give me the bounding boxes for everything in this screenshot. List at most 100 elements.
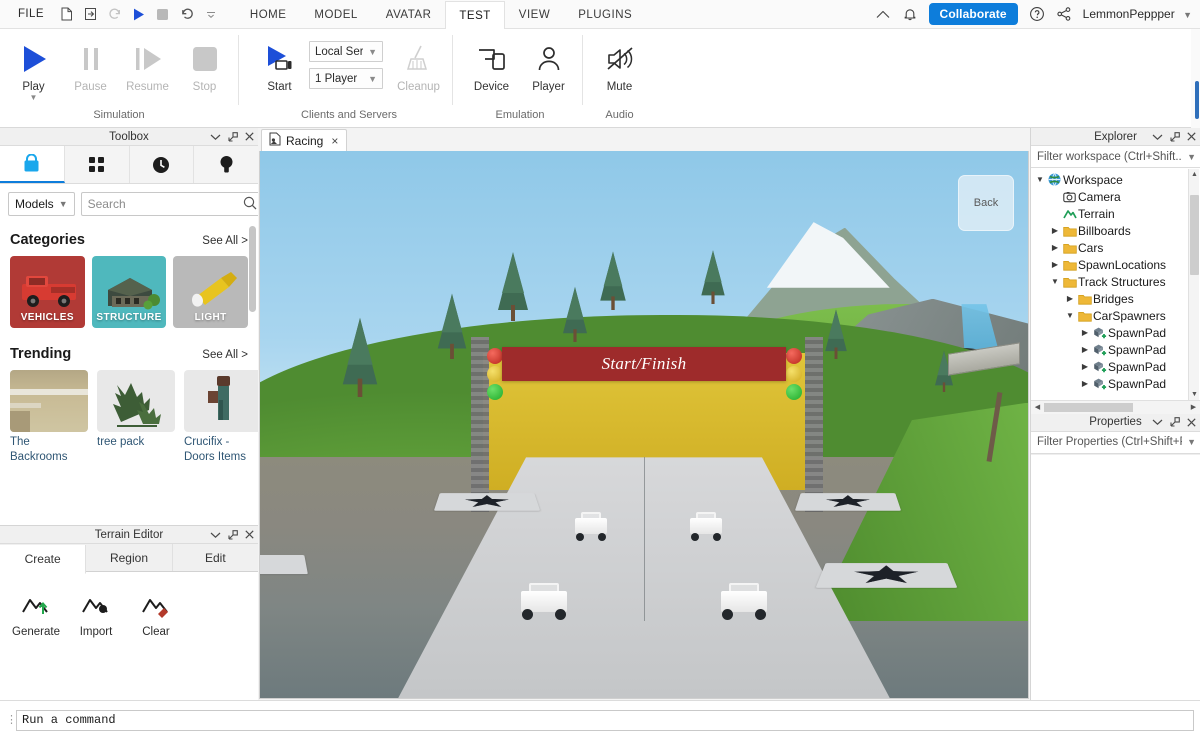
close-icon[interactable] — [245, 530, 254, 539]
cloud-icon[interactable] — [871, 2, 895, 26]
chevron-right-icon[interactable]: ▶ — [1049, 243, 1061, 252]
scroll-thumb[interactable] — [1190, 195, 1199, 275]
tab-recent[interactable] — [130, 146, 195, 183]
category-card[interactable]: VEHICLES — [10, 256, 85, 328]
category-card[interactable]: LIGHT — [173, 256, 249, 328]
chevron-right-icon[interactable]: ▶ — [1079, 328, 1091, 337]
stop-icon[interactable] — [152, 3, 174, 25]
chevron-down-icon[interactable] — [200, 3, 222, 25]
tab-model[interactable]: MODEL — [300, 0, 371, 29]
tab-inventory[interactable] — [0, 146, 65, 183]
explorer-filter-bar[interactable]: ▼ — [1031, 146, 1200, 168]
play-button[interactable]: Play ▼ — [6, 35, 61, 104]
search-input[interactable] — [87, 197, 243, 211]
tab-racing-place[interactable]: Racing × — [261, 129, 348, 151]
close-icon[interactable] — [1187, 132, 1196, 141]
3d-viewport[interactable]: Start/Finish Back — [259, 151, 1029, 699]
terrain-generate-button[interactable]: Generate — [8, 588, 64, 642]
explorer-filter-input[interactable] — [1037, 150, 1183, 163]
play-icon[interactable] — [128, 3, 150, 25]
chevron-right-icon[interactable]: ▶ — [1064, 294, 1076, 303]
tab-home[interactable]: HOME — [236, 0, 301, 29]
properties-filter-bar[interactable]: ▼ — [1031, 431, 1200, 454]
mute-button[interactable]: Mute — [592, 35, 647, 95]
scroll-down-arrow[interactable]: ▼ — [1189, 389, 1200, 400]
explorer-node-billboards[interactable]: ▶ Billboards — [1031, 222, 1200, 239]
undo-icon[interactable] — [176, 3, 198, 25]
close-icon[interactable]: × — [331, 134, 338, 148]
share-icon[interactable] — [1052, 2, 1076, 26]
explorer-node-spawnpad[interactable]: ▶ SpawnPad — [1031, 324, 1200, 341]
toolbox-scrollbar[interactable] — [249, 226, 256, 312]
spawn-pad-plate[interactable] — [433, 492, 540, 511]
explorer-node-spawnpad[interactable]: ▶ SpawnPad — [1031, 375, 1200, 392]
pause-button[interactable]: Pause — [63, 35, 118, 95]
trending-item[interactable]: The Backrooms — [10, 370, 88, 465]
tab-avatar[interactable]: AVATAR — [372, 0, 446, 29]
spawn-pad-plate[interactable] — [815, 563, 957, 589]
tab-creations[interactable] — [194, 146, 258, 183]
notification-bell-icon[interactable] — [898, 2, 922, 26]
start-server-button[interactable]: Start — [252, 35, 307, 95]
properties-filter-input[interactable] — [1037, 436, 1183, 448]
chevron-right-icon[interactable]: ▶ — [1049, 260, 1061, 269]
server-type-select[interactable]: Local Server ▼ — [309, 41, 383, 62]
scroll-up-arrow[interactable]: ▲ — [1189, 169, 1200, 180]
command-input[interactable] — [22, 713, 1188, 727]
explorer-node-camera[interactable]: Camera — [1031, 188, 1200, 205]
chevron-down-icon[interactable]: ▼ — [1187, 152, 1196, 162]
new-file-icon[interactable] — [56, 3, 78, 25]
tab-view[interactable]: VIEW — [505, 0, 564, 29]
popout-icon[interactable] — [1170, 417, 1180, 427]
chevron-right-icon[interactable]: ▶ — [1079, 362, 1091, 371]
collapse-chevron-icon[interactable] — [210, 133, 221, 141]
explorer-node-spawnpad[interactable]: ▶ SpawnPad — [1031, 358, 1200, 375]
close-icon[interactable] — [245, 132, 254, 141]
player-count-select[interactable]: 1 Player ▼ — [309, 68, 383, 89]
explorer-node-spawnlocations[interactable]: ▶ SpawnLocations — [1031, 256, 1200, 273]
file-menu-button[interactable]: FILE — [10, 8, 52, 20]
chevron-right-icon[interactable]: ▶ — [1079, 345, 1091, 354]
tab-marketplace[interactable] — [65, 146, 130, 183]
close-icon[interactable] — [1187, 417, 1196, 427]
tab-region[interactable]: Region — [86, 544, 173, 571]
chevron-down-icon[interactable]: ▼ — [1049, 277, 1061, 286]
stop-button[interactable]: Stop — [177, 35, 232, 95]
race-car[interactable] — [521, 583, 568, 621]
trending-see-all[interactable]: See All > — [202, 349, 248, 361]
explorer-node-carspawners[interactable]: ▼ CarSpawners — [1031, 307, 1200, 324]
tab-edit[interactable]: Edit — [173, 544, 258, 571]
device-emulation-button[interactable]: Device — [464, 35, 519, 95]
command-input-wrapper[interactable] — [16, 709, 1194, 731]
spawn-pad-plate[interactable] — [794, 492, 901, 511]
tab-plugins[interactable]: PLUGINS — [564, 0, 646, 29]
trending-item[interactable]: tree pack — [97, 370, 175, 465]
chevron-down-icon[interactable]: ▼ — [1034, 175, 1046, 184]
collapse-chevron-icon[interactable] — [1152, 418, 1163, 426]
open-file-icon[interactable] — [80, 3, 102, 25]
resume-button[interactable]: Resume — [120, 35, 175, 95]
search-icon[interactable] — [243, 196, 257, 213]
redo-icon[interactable] — [104, 3, 126, 25]
chevron-down-icon[interactable]: ▼ — [30, 94, 38, 102]
cleanup-button[interactable]: Cleanup — [391, 35, 446, 95]
popout-icon[interactable] — [228, 529, 238, 540]
terrain-import-button[interactable]: Import — [68, 588, 124, 642]
trending-item[interactable]: Crucifix - Doors Items — [184, 370, 258, 465]
collapse-chevron-icon[interactable] — [1152, 133, 1163, 141]
race-car[interactable] — [720, 583, 767, 621]
ribbon-scrollbar[interactable] — [1191, 29, 1200, 128]
scroll-right-arrow[interactable]: ▶ — [1187, 403, 1200, 411]
scroll-left-arrow[interactable]: ◀ — [1031, 403, 1044, 411]
explorer-node-cars[interactable]: ▶ Cars — [1031, 239, 1200, 256]
collapse-chevron-icon[interactable] — [210, 531, 221, 539]
race-car[interactable] — [690, 512, 723, 542]
tab-create[interactable]: Create — [0, 545, 87, 574]
chevron-down-icon[interactable]: ▼ — [1064, 311, 1076, 320]
explorer-node-bridges[interactable]: ▶ Bridges — [1031, 290, 1200, 307]
race-car[interactable] — [574, 512, 607, 542]
categories-see-all[interactable]: See All > — [202, 235, 248, 247]
chevron-right-icon[interactable]: ▶ — [1079, 379, 1091, 388]
category-card[interactable]: STRUCTURE — [91, 256, 167, 328]
account-menu[interactable]: LemmonPeppper ▼ — [1079, 7, 1192, 21]
